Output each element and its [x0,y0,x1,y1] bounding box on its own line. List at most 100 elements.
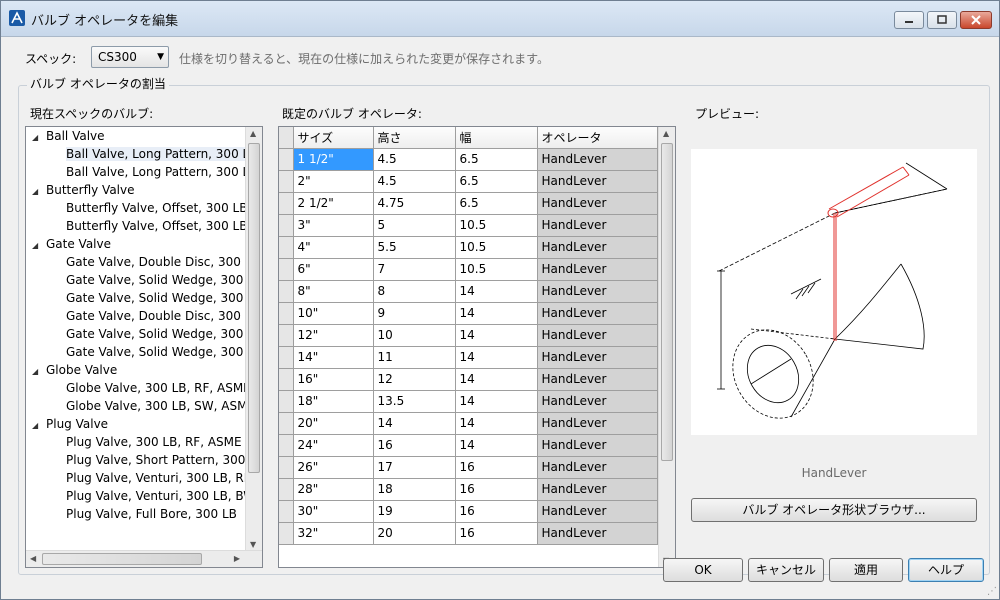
table-row[interactable]: 1 1/2" 4.5 6.5 HandLever [279,148,658,171]
scrollbar-thumb[interactable] [42,553,202,565]
row-header[interactable] [279,412,294,435]
row-header[interactable] [279,214,294,237]
size-cell[interactable]: 4" [293,236,374,259]
size-cell[interactable]: 6" [293,258,374,281]
row-header[interactable] [279,390,294,413]
row-header[interactable] [279,500,294,523]
size-cell[interactable]: 10" [293,302,374,325]
table-row[interactable]: 32" 20 16 HandLever [279,522,658,545]
height-cell[interactable]: 7 [373,258,456,281]
table-row[interactable]: 2" 4.5 6.5 HandLever [279,170,658,193]
scroll-up-icon[interactable]: ▲ [250,129,256,138]
resize-grip-icon[interactable]: ⋰ [987,586,997,597]
scroll-left-icon[interactable]: ◀ [30,554,36,563]
width-cell[interactable]: 14 [455,412,538,435]
tree-item[interactable]: Plug Valve, Full Bore, 300 LB [26,505,246,523]
operator-cell[interactable]: HandLever [537,170,658,193]
operator-cell[interactable]: HandLever [537,368,658,391]
expand-triangle-icon[interactable]: ◢ [32,237,46,253]
cancel-button[interactable]: キャンセル [748,558,824,582]
scroll-up-icon[interactable]: ▲ [663,129,669,138]
table-row[interactable]: 16" 12 14 HandLever [279,368,658,391]
table-row[interactable]: 20" 14 14 HandLever [279,412,658,435]
row-header[interactable] [279,302,294,325]
column-header-height[interactable]: 高さ [373,127,456,149]
width-cell[interactable]: 6.5 [455,148,538,171]
scrollbar-thumb[interactable] [661,143,673,461]
height-cell[interactable]: 4.5 [373,170,456,193]
size-cell[interactable]: 2 1/2" [293,192,374,215]
width-cell[interactable]: 14 [455,324,538,347]
size-cell[interactable]: 8" [293,280,374,303]
height-cell[interactable]: 5 [373,214,456,237]
size-cell[interactable]: 18" [293,390,374,413]
tree-item[interactable]: Ball Valve, Long Pattern, 300 LB [26,163,246,181]
height-cell[interactable]: 11 [373,346,456,369]
size-cell[interactable]: 28" [293,478,374,501]
width-cell[interactable]: 14 [455,280,538,303]
width-cell[interactable]: 6.5 [455,192,538,215]
apply-button[interactable]: 適用 [829,558,903,582]
height-cell[interactable]: 5.5 [373,236,456,259]
width-cell[interactable]: 16 [455,522,538,545]
size-cell[interactable]: 3" [293,214,374,237]
valve-tree-horizontal-scrollbar[interactable]: ◀ ▶ [26,550,262,567]
height-cell[interactable]: 20 [373,522,456,545]
operator-cell[interactable]: HandLever [537,434,658,457]
column-header-size[interactable]: サイズ [293,127,374,149]
height-cell[interactable]: 12 [373,368,456,391]
table-row[interactable]: 26" 17 16 HandLever [279,456,658,479]
table-row[interactable]: 2 1/2" 4.75 6.5 HandLever [279,192,658,215]
tree-item[interactable]: Plug Valve, Venturi, 300 LB, BW [26,487,246,505]
width-cell[interactable]: 10.5 [455,258,538,281]
tree-item[interactable]: Globe Valve, 300 LB, RF, ASME [26,379,246,397]
table-row[interactable]: 28" 18 16 HandLever [279,478,658,501]
operator-cell[interactable]: HandLever [537,192,658,215]
column-header-operator[interactable]: オペレータ [537,127,658,149]
operator-cell[interactable]: HandLever [537,346,658,369]
operator-cell[interactable]: HandLever [537,236,658,259]
tree-item[interactable]: Butterfly Valve, Offset, 300 LB [26,217,246,235]
row-header[interactable] [279,456,294,479]
width-cell[interactable]: 14 [455,302,538,325]
height-cell[interactable]: 14 [373,412,456,435]
tree-item[interactable]: Plug Valve, Short Pattern, 300 [26,451,246,469]
height-cell[interactable]: 4.75 [373,192,456,215]
row-header[interactable] [279,478,294,501]
operator-cell[interactable]: HandLever [537,302,658,325]
expand-triangle-icon[interactable]: ◢ [32,417,46,433]
width-cell[interactable]: 16 [455,478,538,501]
operator-cell[interactable]: HandLever [537,214,658,237]
width-cell[interactable]: 14 [455,434,538,457]
operator-grid-vertical-scrollbar[interactable]: ▲ ▼ [658,127,675,567]
row-header[interactable] [279,346,294,369]
width-cell[interactable]: 14 [455,346,538,369]
tree-group[interactable]: ◢ Gate Valve [26,235,246,253]
tree-item[interactable]: Globe Valve, 300 LB, SW, ASME [26,397,246,415]
table-row[interactable]: 30" 19 16 HandLever [279,500,658,523]
tree-group[interactable]: ◢ Butterfly Valve [26,181,246,199]
help-button[interactable]: ヘルプ [908,558,984,582]
operator-cell[interactable]: HandLever [537,456,658,479]
width-cell[interactable]: 14 [455,368,538,391]
size-cell[interactable]: 14" [293,346,374,369]
title-bar[interactable]: バルブ オペレータを編集 [1,1,999,37]
tree-item[interactable]: Plug Valve, Venturi, 300 LB, RF [26,469,246,487]
operator-cell[interactable]: HandLever [537,324,658,347]
tree-group[interactable]: ◢ Globe Valve [26,361,246,379]
expand-triangle-icon[interactable]: ◢ [32,363,46,379]
tree-item[interactable]: Butterfly Valve, Offset, 300 LB [26,199,246,217]
tree-item[interactable]: Gate Valve, Solid Wedge, 300 [26,289,246,307]
size-cell[interactable]: 24" [293,434,374,457]
operator-cell[interactable]: HandLever [537,522,658,545]
tree-item[interactable]: Gate Valve, Solid Wedge, 300 [26,343,246,361]
size-cell[interactable]: 20" [293,412,374,435]
size-cell[interactable]: 12" [293,324,374,347]
row-header[interactable] [279,434,294,457]
height-cell[interactable]: 17 [373,456,456,479]
width-cell[interactable]: 16 [455,456,538,479]
scrollbar-thumb[interactable] [248,143,260,473]
operator-cell[interactable]: HandLever [537,390,658,413]
tree-item[interactable]: Gate Valve, Double Disc, 300 LB [26,253,246,271]
scroll-down-icon[interactable]: ▼ [250,540,256,549]
